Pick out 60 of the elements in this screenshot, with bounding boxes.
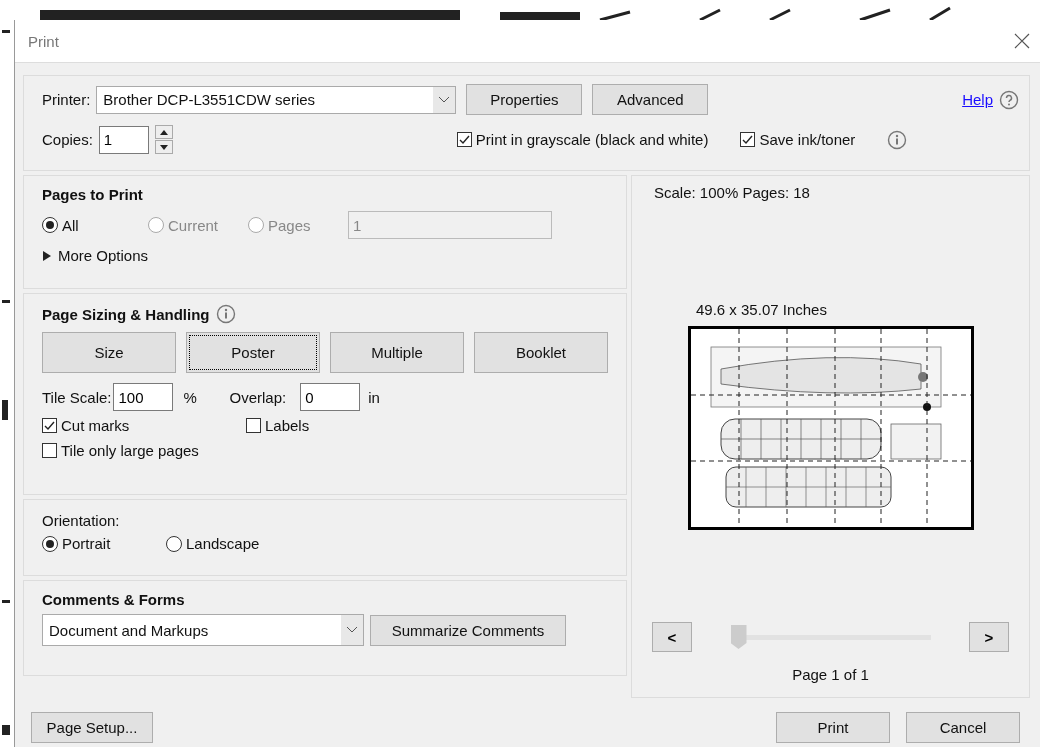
checkbox[interactable] xyxy=(456,132,472,147)
dialog-button[interactable]: Print xyxy=(776,712,890,743)
radio-button[interactable] xyxy=(166,535,182,552)
info-icon[interactable] xyxy=(887,129,908,150)
dialog-button[interactable]: Cancel xyxy=(906,712,1020,743)
option-label: Save ink/toner xyxy=(759,131,856,148)
paper-size: 49.6 x 35.07 Inches xyxy=(696,301,828,318)
overlap-label: Overlap: xyxy=(229,388,287,406)
radio-button[interactable] xyxy=(42,535,58,552)
mode-button[interactable]: Multiple xyxy=(330,332,464,373)
checkbox-label: Tile only large pages xyxy=(61,442,199,459)
info-icon[interactable] xyxy=(215,304,236,324)
radio-label: Landscape xyxy=(186,535,260,552)
previous-page-button[interactable]: < xyxy=(652,622,692,652)
window-title: Print xyxy=(28,32,59,50)
help-link[interactable]: Help xyxy=(962,91,993,108)
printer-dropdown[interactable]: Brother DCP-L3551CDW series xyxy=(96,85,457,114)
chevron-down-icon[interactable] xyxy=(438,95,451,104)
checkbox[interactable] xyxy=(246,418,261,433)
printer-button[interactable]: Properties xyxy=(466,84,583,115)
triangle-right-icon[interactable] xyxy=(42,250,52,261)
unit-label: % xyxy=(183,388,198,406)
radio-label: All xyxy=(62,216,79,234)
checkbox[interactable] xyxy=(740,132,756,147)
checkbox[interactable] xyxy=(42,443,57,458)
section-heading: Pages to Print xyxy=(42,186,144,203)
mode-button[interactable]: Booklet xyxy=(474,332,608,373)
spinner[interactable] xyxy=(154,125,173,154)
chevron-down-icon[interactable] xyxy=(346,626,358,634)
tile-scale-label: Tile Scale: xyxy=(42,388,112,406)
mode-button[interactable]: Poster xyxy=(186,332,320,373)
printer-button[interactable]: Advanced xyxy=(592,84,709,115)
help-icon[interactable] xyxy=(999,89,1019,110)
checkbox-label: Labels xyxy=(265,417,310,434)
radio-label: Portrait xyxy=(62,535,111,552)
section-heading: Page Sizing & Handling xyxy=(42,305,210,323)
copies-label: Copies: xyxy=(42,131,93,148)
mode-button[interactable]: Size xyxy=(42,332,176,373)
unit-label: in xyxy=(368,388,380,406)
more-options-toggle[interactable]: More Options xyxy=(58,247,149,264)
summarize-button[interactable]: Summarize Comments xyxy=(370,614,566,646)
overlap-field[interactable]: 0 xyxy=(300,383,361,411)
radio-button[interactable] xyxy=(42,217,58,233)
option-label: Print in grayscale (black and white) xyxy=(475,131,709,148)
section-heading: Orientation: xyxy=(42,512,121,529)
printer-label: Printer: xyxy=(42,91,91,108)
page-indicator: Page 1 of 1 xyxy=(792,666,869,683)
page-setup-button[interactable]: Page Setup... xyxy=(31,712,153,743)
scale-info: Scale: 100% Pages: 18 xyxy=(654,184,811,201)
slider-thumb[interactable] xyxy=(730,625,747,649)
radio-label: Current xyxy=(168,216,219,234)
next-page-button[interactable]: > xyxy=(969,622,1009,652)
close-icon[interactable] xyxy=(1014,33,1030,49)
section-heading: Comments & Forms xyxy=(42,591,186,608)
tile-scale-field[interactable]: 100 xyxy=(113,383,174,411)
checkbox-label: Cut marks xyxy=(61,417,130,434)
checkbox[interactable] xyxy=(42,418,57,433)
copies-field[interactable]: 1 xyxy=(98,125,149,154)
radio-label: Pages xyxy=(268,216,311,234)
comments-dropdown[interactable]: Document and Markups xyxy=(42,614,364,646)
